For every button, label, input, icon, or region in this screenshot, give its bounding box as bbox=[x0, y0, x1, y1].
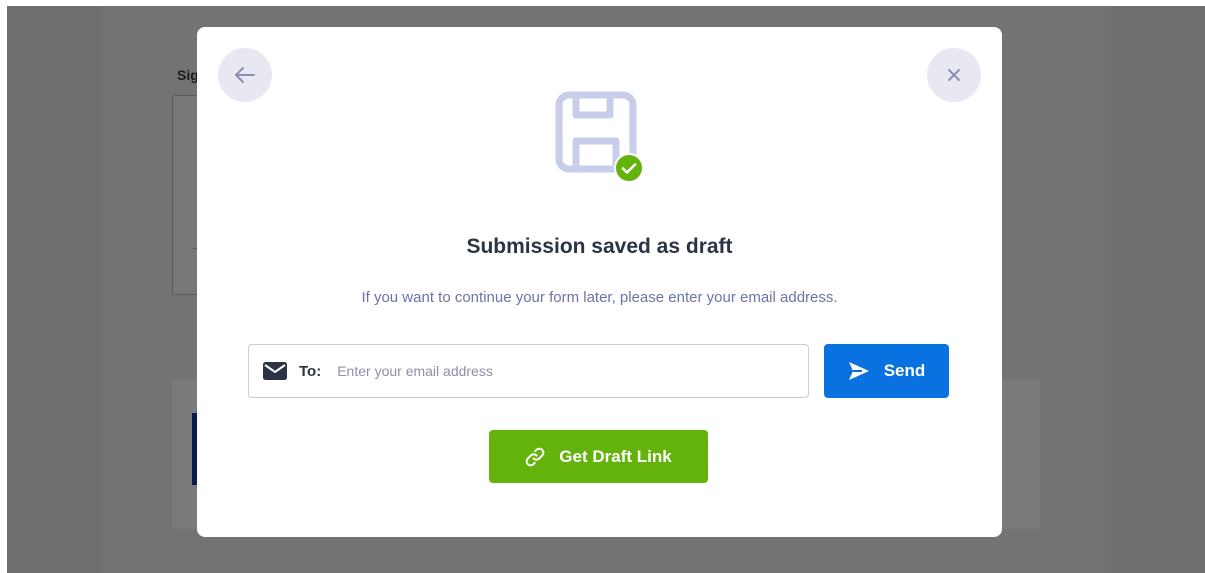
close-button[interactable] bbox=[927, 48, 981, 102]
arrow-left-icon bbox=[234, 66, 256, 84]
check-badge-icon bbox=[614, 153, 644, 183]
modal-title: Submission saved as draft bbox=[466, 235, 733, 258]
envelope-icon bbox=[263, 362, 287, 380]
get-draft-link-button[interactable]: Get Draft Link bbox=[489, 430, 708, 483]
modal-subtitle: If you want to continue your form later,… bbox=[361, 289, 838, 306]
floppy-disk-icon bbox=[554, 91, 650, 183]
back-button[interactable] bbox=[218, 48, 272, 102]
paper-plane-icon bbox=[848, 361, 870, 381]
link-icon bbox=[525, 447, 545, 467]
draft-link-button-label: Get Draft Link bbox=[559, 446, 672, 466]
email-field[interactable]: To: bbox=[248, 344, 809, 398]
email-input[interactable] bbox=[337, 351, 808, 391]
background-field-label: Sig bbox=[177, 67, 199, 83]
email-to-label: To: bbox=[299, 362, 322, 380]
close-icon bbox=[947, 68, 961, 82]
send-button-label: Send bbox=[883, 361, 926, 380]
send-button[interactable]: Send bbox=[824, 344, 949, 398]
save-draft-modal: Submission saved as draft If you want to… bbox=[197, 27, 1002, 537]
